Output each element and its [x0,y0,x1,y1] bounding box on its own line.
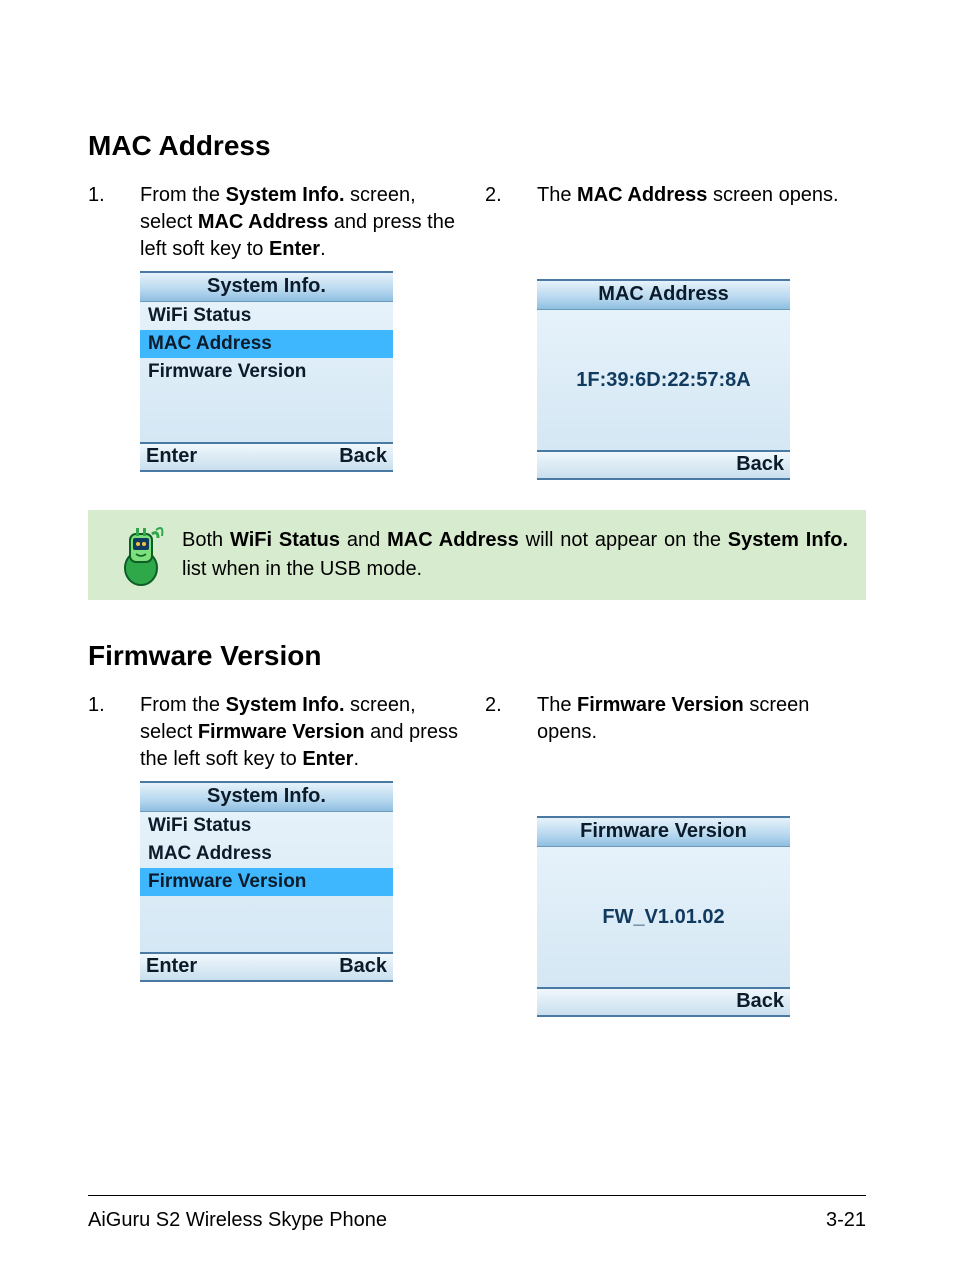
step-number: 2. [485,182,537,209]
phone-body: WiFi Status MAC Address Firmware Version [140,812,393,952]
step-text: From the System Info. screen, select MAC… [140,182,469,263]
softkey-enter[interactable]: Enter [146,955,197,978]
phone-title: Firmware Version [537,816,790,847]
note-box: Both WiFi Status and MAC Address will no… [88,510,866,600]
bold: System Info. [226,184,345,206]
softkey-enter[interactable]: Enter [146,445,197,468]
text: Both [182,529,230,551]
firmware-version-value: FW_V1.01.02 [602,906,724,929]
bold: MAC Address [387,529,519,551]
menu-item-mac-address[interactable]: MAC Address [140,840,393,868]
phone-body: WiFi Status MAC Address Firmware Version [140,302,393,442]
step-2: 2. The MAC Address screen opens. [485,182,866,209]
text: . [320,238,326,260]
step-1: 1. From the System Info. screen, select … [88,692,469,773]
section2-col2: 2. The Firmware Version screen opens. Fi… [485,692,866,1017]
phone-title: MAC Address [537,279,790,310]
footer-rule [88,1195,866,1196]
softkey-bar: Enter Back [140,442,393,472]
text: From the [140,184,226,206]
phone-body: FW_V1.01.02 [537,847,790,987]
mascot-icon [114,524,168,586]
section1-col1: 1. From the System Info. screen, select … [88,182,469,480]
step-2: 2. The Firmware Version screen opens. [485,692,866,746]
phone-screen-system-info: System Info. WiFi Status MAC Address Fir… [140,781,393,982]
softkey-bar: Enter Back [140,952,393,982]
phone-screen-firmware-version: Firmware Version FW_V1.01.02 Back [537,816,790,1017]
text: The [537,184,577,206]
footer-page-number: 3-21 [826,1209,866,1232]
phone-title: System Info. [140,271,393,302]
phone-screen-mac-address: MAC Address 1F:39:6D:22:57:8A Back [537,279,790,480]
bold: Enter [302,748,353,770]
page-footer: AiGuru S2 Wireless Skype Phone 3-21 [88,1209,866,1232]
text: and [340,529,387,551]
softkey-back[interactable]: Back [339,955,387,978]
softkey-back[interactable]: Back [736,453,784,476]
bold: System Info. [226,694,345,716]
bold: WiFi Status [230,529,340,551]
section1-col2: 2. The MAC Address screen opens. MAC Add… [485,182,866,480]
softkey-back[interactable]: Back [736,990,784,1013]
phone-body: 1F:39:6D:22:57:8A [537,310,790,450]
page-content: MAC Address 1. From the System Info. scr… [0,0,954,1077]
spacer [485,754,866,810]
text: will not appear on the [519,529,728,551]
section2-col1: 1. From the System Info. screen, select … [88,692,469,1017]
text: The [537,694,577,716]
text: From the [140,694,226,716]
text: screen opens. [707,184,838,206]
softkey-left-empty [543,453,583,476]
phone-title: System Info. [140,781,393,812]
step-1: 1. From the System Info. screen, select … [88,182,469,263]
menu-item-firmware-version[interactable]: Firmware Version [140,868,393,896]
note-text: Both WiFi Status and MAC Address will no… [182,526,848,584]
section1-columns: 1. From the System Info. screen, select … [88,182,866,480]
step-text: The Firmware Version screen opens. [537,692,866,746]
softkey-back[interactable]: Back [339,445,387,468]
menu-item-mac-address[interactable]: MAC Address [140,330,393,358]
section2-columns: 1. From the System Info. screen, select … [88,692,866,1017]
footer-product-name: AiGuru S2 Wireless Skype Phone [88,1209,387,1232]
mac-address-value: 1F:39:6D:22:57:8A [576,369,751,392]
menu-item-firmware-version[interactable]: Firmware Version [140,358,393,386]
bold: MAC Address [198,211,328,233]
step-text: From the System Info. screen, select Fir… [140,692,469,773]
note-mascot-icon [100,524,182,586]
menu-item-wifi-status[interactable]: WiFi Status [140,302,393,330]
bold: Enter [269,238,320,260]
bold: Firmware Version [577,694,744,716]
step-text: The MAC Address screen opens. [537,182,866,209]
spacer [485,217,866,273]
bold: System Info. [728,529,848,551]
heading-mac-address: MAC Address [88,130,866,162]
text: . [353,748,359,770]
softkey-bar: Back [537,450,790,480]
softkey-left-empty [543,990,583,1013]
step-number: 1. [88,182,140,263]
text: list when in the USB mode. [182,558,422,580]
step-number: 2. [485,692,537,746]
bold: Firmware Version [198,721,365,743]
menu-item-wifi-status[interactable]: WiFi Status [140,812,393,840]
phone-screen-system-info: System Info. WiFi Status MAC Address Fir… [140,271,393,472]
softkey-bar: Back [537,987,790,1017]
bold: MAC Address [577,184,707,206]
heading-firmware-version: Firmware Version [88,640,866,672]
step-number: 1. [88,692,140,773]
